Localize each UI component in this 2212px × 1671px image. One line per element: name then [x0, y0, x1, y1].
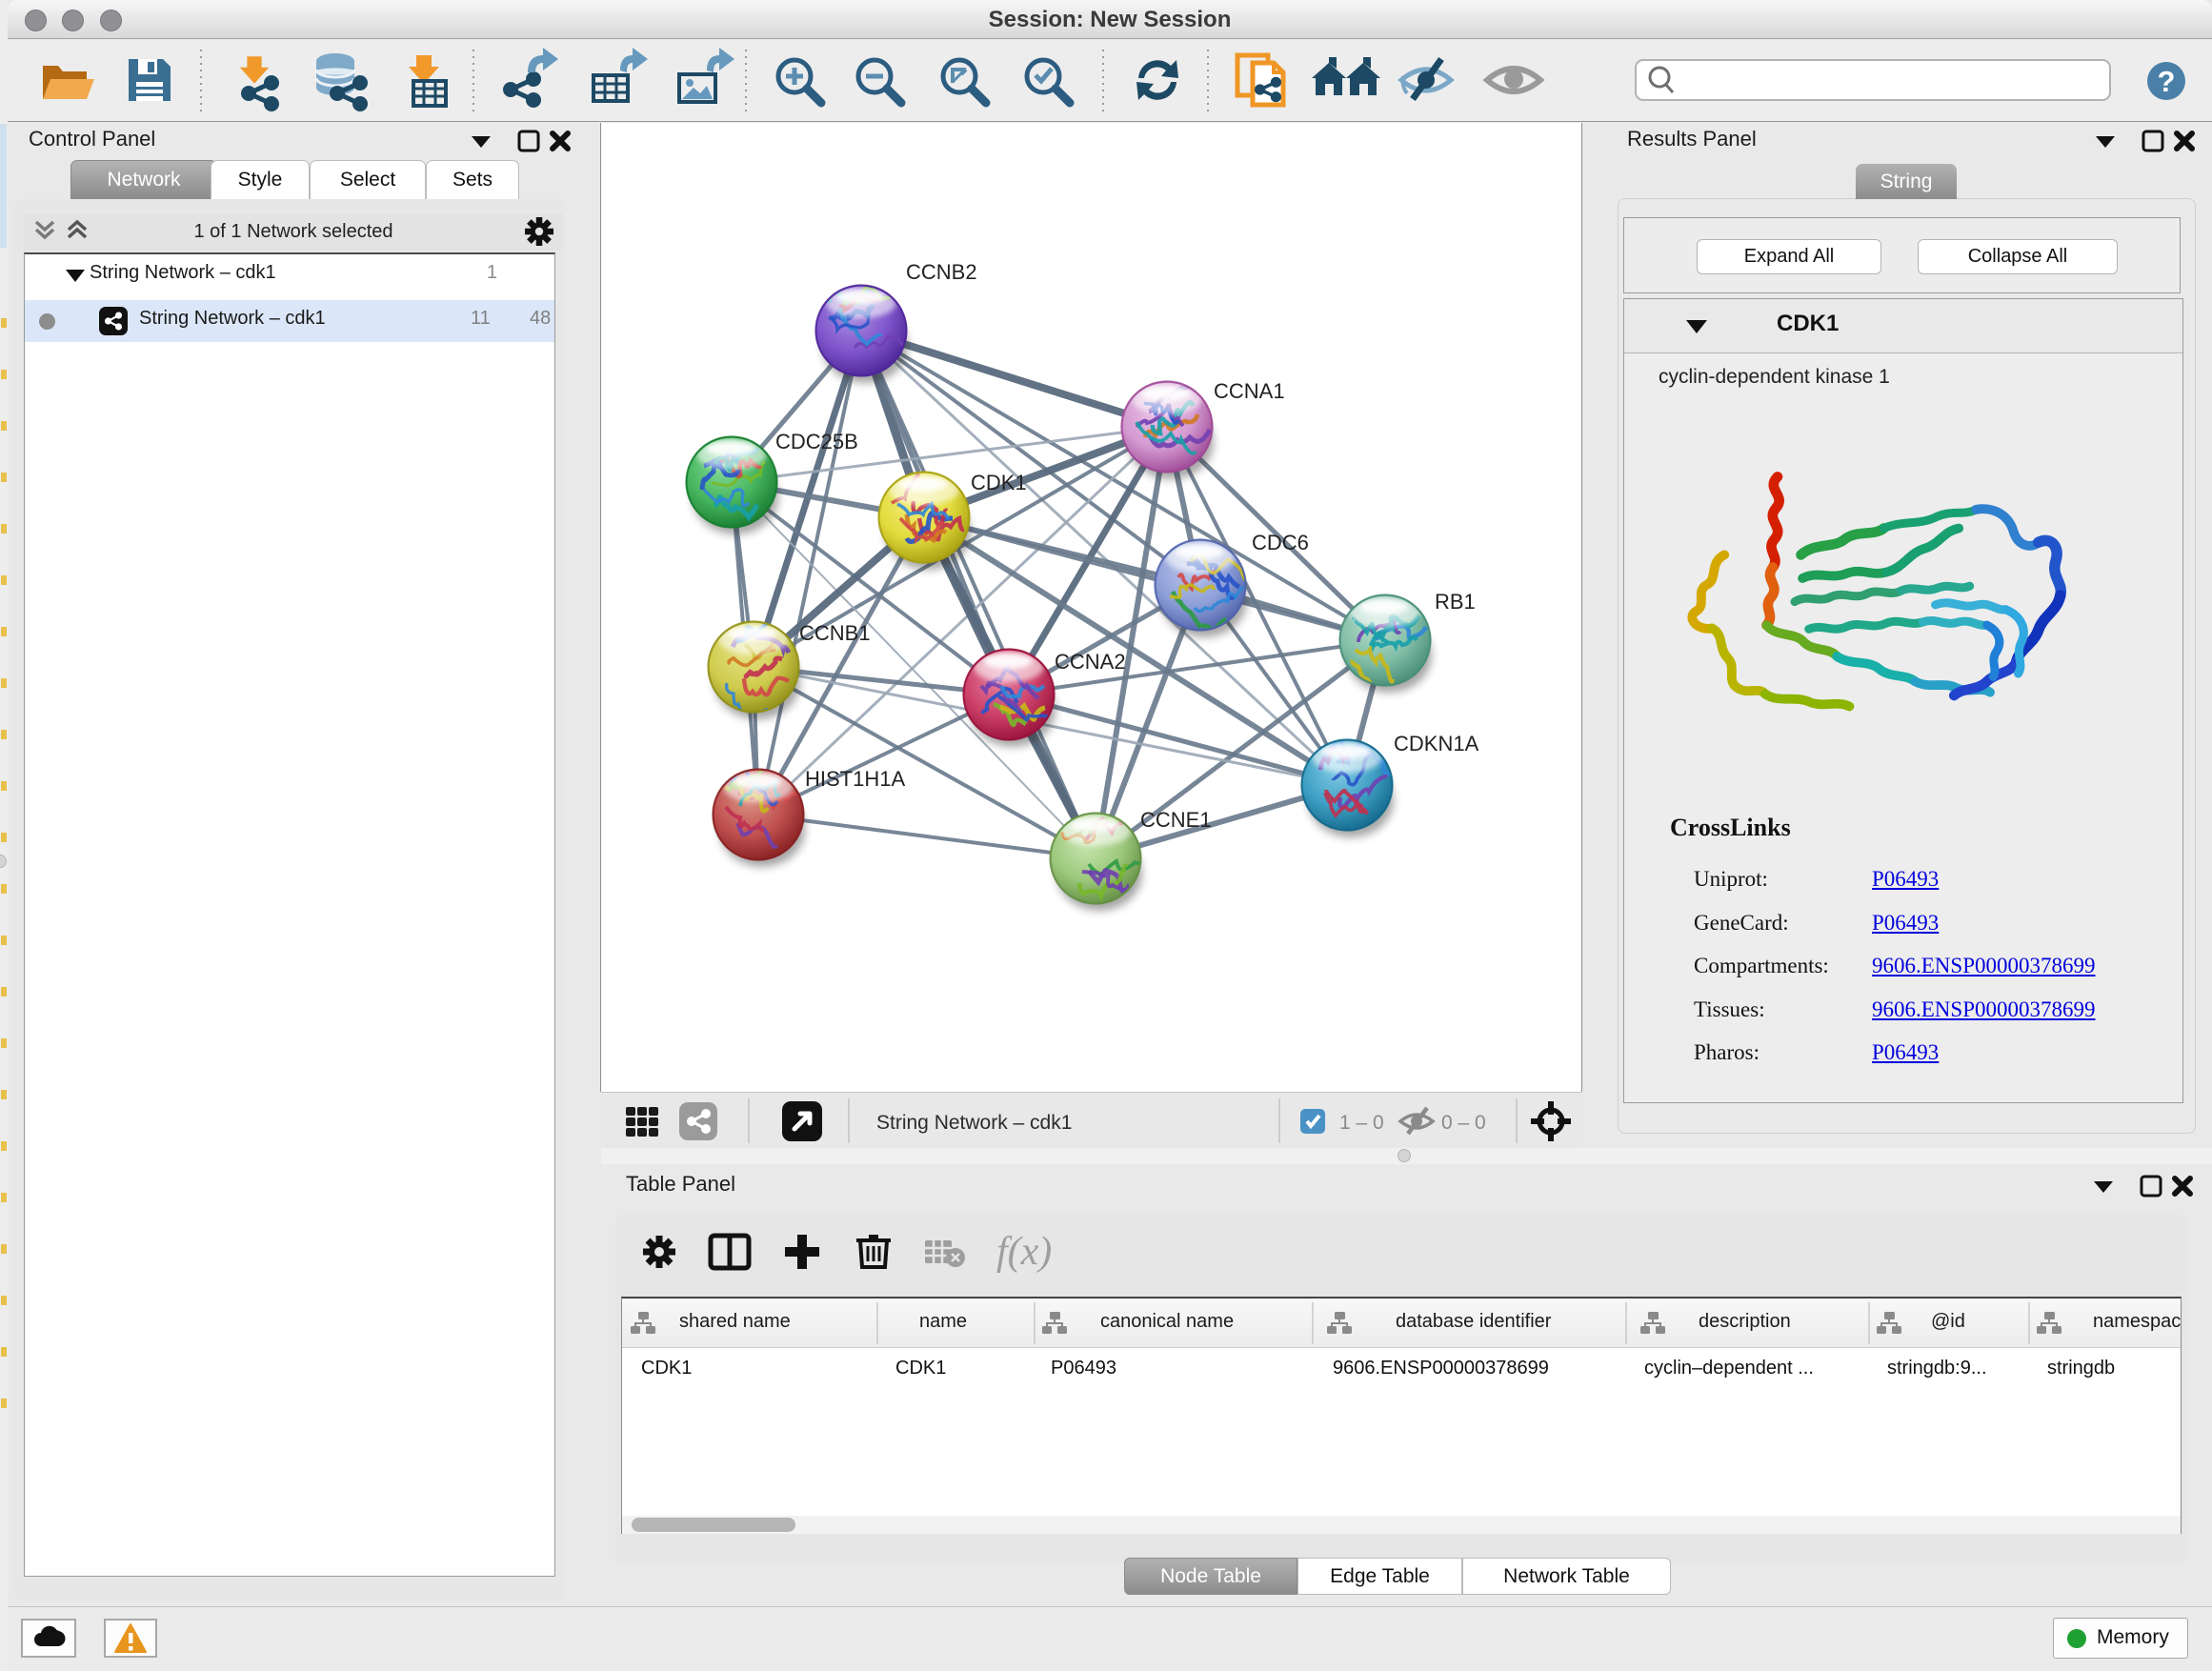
svg-text:0 – 0: 0 – 0 [1441, 1112, 1486, 1134]
svg-text:CCNA1: CCNA1 [1214, 379, 1285, 403]
svg-text:CCNA2: CCNA2 [1055, 650, 1126, 674]
svg-text:CCNB1: CCNB1 [799, 621, 871, 645]
svg-text:CDC6: CDC6 [1252, 531, 1309, 554]
svg-text:CDK1: CDK1 [971, 471, 1027, 494]
svg-text:f(x): f(x) [996, 1230, 1052, 1274]
svg-text:HIST1H1A: HIST1H1A [805, 767, 905, 791]
svg-text:1 – 0: 1 – 0 [1339, 1112, 1384, 1134]
svg-text:CCNE1: CCNE1 [1140, 808, 1212, 832]
svg-text:String Network – cdk1: String Network – cdk1 [876, 1112, 1072, 1134]
svg-text:?: ? [2158, 65, 2176, 98]
svg-text:RB1: RB1 [1435, 590, 1476, 614]
svg-text:CDKN1A: CDKN1A [1394, 732, 1479, 755]
svg-text:CDC25B: CDC25B [775, 430, 858, 453]
svg-text:CCNB2: CCNB2 [906, 260, 977, 284]
